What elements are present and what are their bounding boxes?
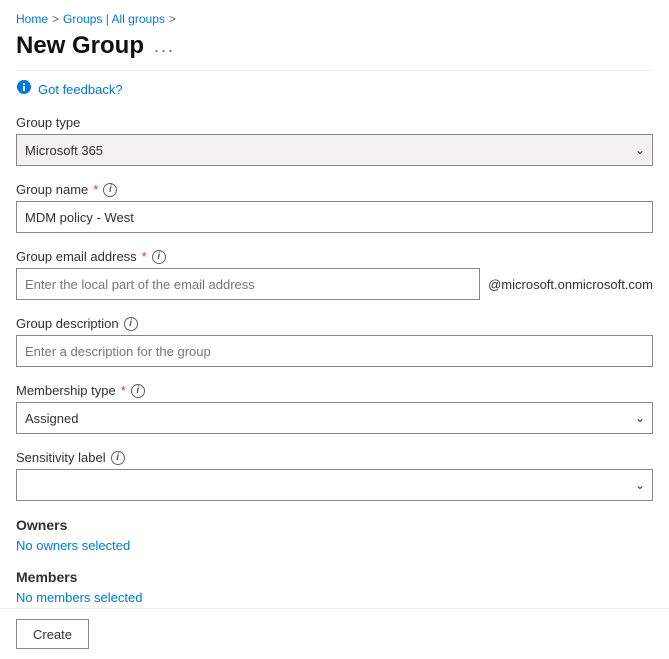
group-email-input[interactable] (16, 268, 480, 300)
page-container: Home > Groups | All groups > New Group .… (0, 0, 669, 659)
owners-title: Owners (16, 517, 653, 533)
group-name-required: * (93, 182, 98, 197)
sensitivity-label-label: Sensitivity label i (16, 450, 653, 465)
content-scroll[interactable]: Group type Microsoft 365SecurityMail-ena… (0, 107, 669, 608)
group-description-info-icon[interactable]: i (124, 317, 138, 331)
group-email-label: Group email address * i (16, 249, 653, 264)
group-name-label: Group name * i (16, 182, 653, 197)
sensitivity-label-select[interactable] (16, 469, 653, 501)
email-domain: @microsoft.onmicrosoft.com (488, 277, 653, 292)
email-input-wrapper (16, 268, 480, 300)
membership-type-info-icon[interactable]: i (131, 384, 145, 398)
header-area: Home > Groups | All groups > New Group .… (0, 0, 669, 71)
breadcrumb: Home > Groups | All groups > (16, 12, 653, 26)
group-name-input[interactable] (16, 201, 653, 233)
create-button[interactable]: Create (16, 619, 89, 649)
breadcrumb-home[interactable]: Home (16, 12, 48, 26)
group-email-required: * (142, 249, 147, 264)
group-email-section: Group email address * i @microsoft.onmic… (16, 249, 653, 300)
group-type-section: Group type Microsoft 365SecurityMail-ena… (16, 115, 653, 166)
feedback-label: Got feedback? (38, 82, 123, 97)
group-description-section: Group description i (16, 316, 653, 367)
group-type-select-wrapper: Microsoft 365SecurityMail-enabled Securi… (16, 134, 653, 166)
membership-type-select-wrapper: AssignedDynamic UserDynamic Device ⌄ (16, 402, 653, 434)
sensitivity-label-select-wrapper: ⌄ (16, 469, 653, 501)
page-title-row: New Group ... (16, 32, 653, 60)
group-name-section: Group name * i (16, 182, 653, 233)
page-title: New Group (16, 32, 144, 60)
breadcrumb-groups[interactable]: Groups | All groups (63, 12, 165, 26)
owners-no-selected[interactable]: No owners selected (16, 538, 130, 553)
sensitivity-label-info-icon[interactable]: i (111, 451, 125, 465)
footer-area: Create (0, 608, 669, 659)
feedback-icon (16, 79, 32, 99)
members-no-selected[interactable]: No members selected (16, 590, 142, 605)
email-row: @microsoft.onmicrosoft.com (16, 268, 653, 300)
owners-section: Owners No owners selected (16, 517, 653, 553)
group-name-info-icon[interactable]: i (103, 183, 117, 197)
feedback-row[interactable]: Got feedback? (0, 71, 669, 107)
group-type-select[interactable]: Microsoft 365SecurityMail-enabled Securi… (16, 134, 653, 166)
breadcrumb-sep-2: > (169, 12, 176, 26)
group-type-label: Group type (16, 115, 653, 130)
more-options-icon[interactable]: ... (154, 36, 175, 57)
breadcrumb-sep-1: > (52, 12, 59, 26)
group-description-input[interactable] (16, 335, 653, 367)
membership-type-required: * (121, 383, 126, 398)
membership-type-section: Membership type * i AssignedDynamic User… (16, 383, 653, 434)
group-email-info-icon[interactable]: i (152, 250, 166, 264)
membership-type-select[interactable]: AssignedDynamic UserDynamic Device (16, 402, 653, 434)
members-title: Members (16, 569, 653, 585)
group-description-label: Group description i (16, 316, 653, 331)
members-section: Members No members selected (16, 569, 653, 605)
sensitivity-label-section: Sensitivity label i ⌄ (16, 450, 653, 501)
membership-type-label: Membership type * i (16, 383, 653, 398)
